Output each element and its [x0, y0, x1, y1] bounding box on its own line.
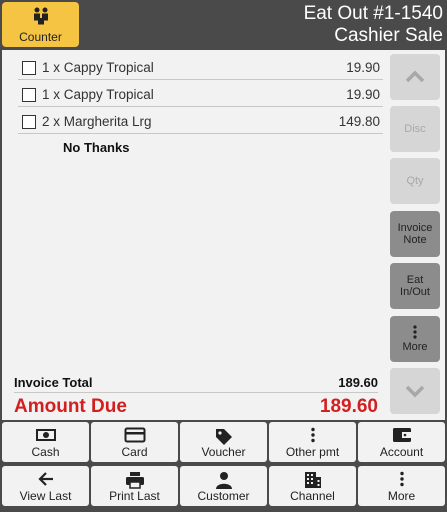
side-more-label: More	[402, 341, 428, 353]
invoice-note-line1: Invoice	[397, 222, 433, 234]
card-button[interactable]: Card	[91, 422, 178, 462]
bottom-more-button[interactable]: More	[358, 466, 445, 506]
order-line[interactable]: 1 x Cappy Tropical 19.90	[18, 80, 383, 107]
cash-label: Cash	[31, 445, 60, 459]
eat-in-out-label: Eat In/Out	[390, 274, 440, 298]
other-pmt-label: Other pmt	[285, 445, 340, 459]
line-price: 149.80	[338, 114, 380, 129]
print-last-button[interactable]: Print Last	[91, 466, 178, 506]
disc-button[interactable]: Disc	[390, 106, 440, 152]
line-price: 19.90	[346, 87, 380, 102]
header: Counter Eat Out #1-1540 Cashier Sale	[0, 0, 447, 50]
eat-in-out-line1: Eat	[406, 274, 424, 286]
more-vertical-icon	[399, 471, 404, 487]
arrow-left-icon	[37, 472, 53, 486]
print-last-label: Print Last	[109, 489, 160, 503]
line-description: 2 x Margherita Lrg	[42, 114, 152, 129]
bottom-more-label: More	[387, 489, 416, 503]
cash-icon	[35, 429, 56, 441]
qty-label: Qty	[406, 175, 424, 187]
customer-label: Customer	[197, 489, 250, 503]
amount-due-label: Amount Due	[14, 396, 127, 417]
order-line[interactable]: 1 x Cappy Tropical 19.90	[18, 53, 383, 80]
chevron-up-icon	[405, 70, 425, 83]
person-icon	[215, 472, 232, 489]
line-checkbox[interactable]	[22, 61, 36, 75]
order-panel: 1 x Cappy Tropical 19.90 1 x Cappy Tropi…	[2, 50, 386, 420]
counter-icon	[33, 7, 48, 25]
wallet-icon	[392, 428, 411, 442]
voucher-button[interactable]: Voucher	[180, 422, 267, 462]
customer-button[interactable]: Customer	[180, 466, 267, 506]
invoice-note-label: Invoice Note	[390, 222, 440, 246]
side-more-button[interactable]: More	[390, 316, 440, 362]
account-label: Account	[379, 445, 424, 459]
totals-divider	[14, 392, 378, 393]
counter-label: Counter	[19, 30, 62, 44]
disc-label: Disc	[404, 123, 426, 135]
view-last-label: View Last	[19, 489, 72, 503]
eat-in-out-line2: In/Out	[400, 286, 430, 298]
card-icon	[124, 427, 145, 443]
invoice-note-button[interactable]: Invoice Note	[390, 211, 440, 257]
line-note: No Thanks	[63, 140, 130, 155]
account-button[interactable]: Account	[358, 422, 445, 462]
voucher-label: Voucher	[201, 445, 246, 459]
voucher-icon	[215, 429, 232, 445]
side-panel: Disc Qty Invoice Note Eat In/Out More	[386, 50, 445, 420]
title-order: Eat Out #1-1540	[303, 3, 443, 24]
cash-button[interactable]: Cash	[2, 422, 89, 462]
invoice-total-label: Invoice Total	[14, 375, 93, 390]
scroll-down-button[interactable]	[390, 368, 440, 414]
card-label: Card	[121, 445, 148, 459]
line-description: 1 x Cappy Tropical	[42, 60, 154, 75]
view-last-button[interactable]: View Last	[2, 466, 89, 506]
building-icon	[304, 472, 321, 488]
line-price: 19.90	[346, 60, 380, 75]
qty-button[interactable]: Qty	[390, 158, 440, 204]
printer-icon	[125, 472, 144, 489]
eat-in-out-button[interactable]: Eat In/Out	[390, 263, 440, 309]
line-checkbox[interactable]	[22, 115, 36, 129]
side-more-content: More	[390, 325, 440, 353]
channel-label: Channel	[290, 489, 335, 503]
invoice-total-value: 189.60	[338, 375, 378, 390]
order-line[interactable]: 2 x Margherita Lrg 149.80	[18, 107, 383, 134]
page-title: Eat Out #1-1540 Cashier Sale	[304, 3, 443, 47]
more-vertical-icon	[310, 427, 315, 443]
other-pmt-button[interactable]: Other pmt	[269, 422, 356, 462]
counter-button[interactable]: Counter	[2, 2, 79, 47]
chevron-down-icon	[405, 385, 425, 398]
scroll-up-button[interactable]	[390, 54, 440, 100]
line-description: 1 x Cappy Tropical	[42, 87, 154, 102]
more-vertical-icon	[413, 325, 417, 339]
title-mode: Cashier Sale	[334, 25, 443, 46]
line-checkbox[interactable]	[22, 88, 36, 102]
channel-button[interactable]: Channel	[269, 466, 356, 506]
invoice-note-line2: Note	[403, 234, 427, 246]
amount-due-value: 189.60	[319, 396, 378, 417]
